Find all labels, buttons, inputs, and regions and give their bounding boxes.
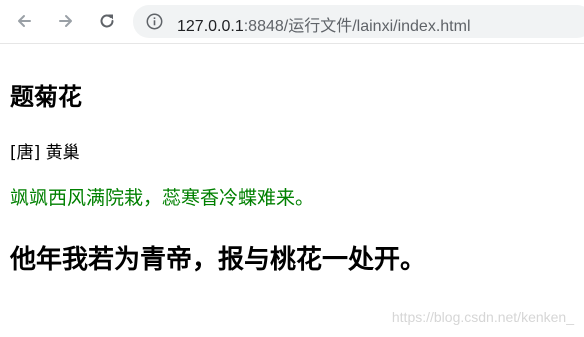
watermark: https://blog.csdn.net/kenken_: [391, 309, 574, 325]
poem-line-2: 他年我若为青帝，报与桃花一处开。: [10, 245, 427, 275]
browser-toolbar: 127.0.0.1:8848/运行文件/lainxi/index.html: [0, 0, 584, 44]
url-text[interactable]: 127.0.0.1:8848/运行文件/lainxi/index.html: [177, 12, 471, 36]
back-arrow-icon: [18, 15, 31, 27]
reload-button[interactable]: [94, 8, 120, 34]
url-host: 127.0.0.1: [177, 18, 244, 35]
url-path: :8848/运行文件/lainxi/index.html: [243, 18, 471, 35]
reload-icon: [100, 14, 114, 28]
page-content: 题菊花 [唐] 黄巢 飒飒西风满院栽，蕊寒香冷蝶难来。 他年我若为青帝，报与桃花…: [0, 44, 584, 337]
info-icon[interactable]: [146, 13, 163, 30]
poem-line-1: 飒飒西风满院栽，蕊寒香冷蝶难来。: [10, 187, 315, 209]
forward-arrow-icon: [59, 15, 72, 27]
back-button[interactable]: [11, 8, 37, 34]
forward-button[interactable]: [53, 8, 79, 34]
poem-author: [唐] 黄巢: [10, 143, 80, 163]
poem-title: 题菊花: [10, 83, 82, 111]
address-bar[interactable]: 127.0.0.1:8848/运行文件/lainxi/index.html: [133, 5, 584, 38]
